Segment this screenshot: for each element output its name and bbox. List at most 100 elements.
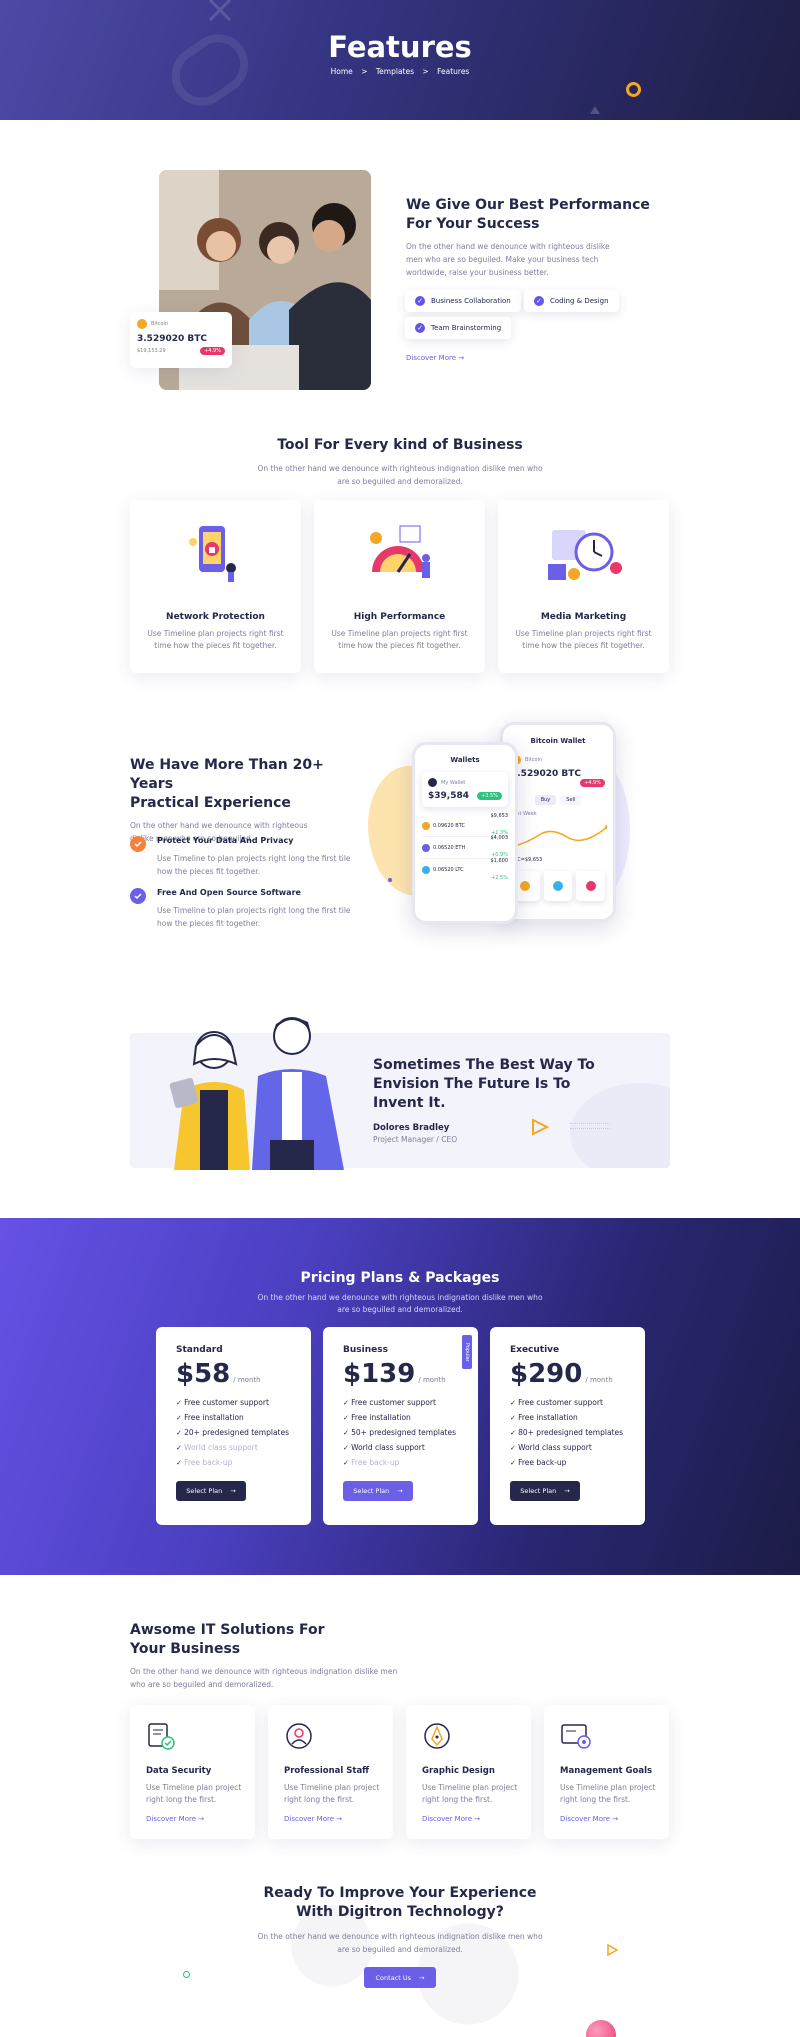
coin-icon [422, 843, 430, 852]
team-illustration [169, 1017, 344, 1170]
plan-features: Free customer support Free installation … [510, 1395, 623, 1470]
page-hero: Features Home > Templates > Features [0, 0, 800, 120]
solution-desc-line1: Use Timeline plan project [560, 1783, 656, 1792]
buy-tab[interactable]: Buy [534, 795, 557, 805]
plan-feature: Free back-up [176, 1455, 289, 1470]
professional-staff-icon [286, 1723, 312, 1749]
play-triangle-icon [532, 1118, 550, 1136]
pricing-title: Pricing Plans & Packages [300, 1270, 500, 1286]
cta-desc-line1: On the other hand we denounce with right… [257, 1932, 543, 1941]
solution-desc-line2: right long the first. [146, 1795, 217, 1804]
tool-title: Media Marketing [540, 612, 627, 622]
solution-desc-line1: Use Timeline plan project [422, 1783, 518, 1792]
cta-text: Ready To Improve Your Experience With Di… [0, 1884, 800, 1956]
wallet-balance: $39,584 [428, 791, 469, 801]
tool-card-performance: High Performance Use Timeline plan proje… [314, 500, 485, 673]
solution-card-graphic-design: Graphic Design Use Timeline plan project… [406, 1705, 531, 1839]
cta-desc-line2: are so beguiled and demoralized. [337, 1945, 463, 1954]
graphic-design-icon [424, 1723, 450, 1749]
tools-title: Tool For Every kind of Business [277, 437, 523, 453]
sell-tab[interactable]: Sell [560, 795, 582, 805]
tools-desc-line1: On the other hand we denounce with right… [257, 464, 543, 473]
plan-period: / month [233, 1376, 261, 1384]
solutions-desc-line1: On the other hand we denounce with right… [130, 1667, 398, 1676]
bitcoin-icon [137, 319, 147, 329]
tool-desc-line1: Use Timeline plan projects right first [515, 629, 652, 638]
btc-card-label: Bitcoin [151, 321, 169, 327]
experience-item-title: Free And Open Source Software [157, 888, 301, 897]
discover-more-link[interactable]: Discover More → [422, 1815, 480, 1823]
wallet-row[interactable]: 0.06520 LTC $1,600 +2.5% [422, 858, 508, 881]
plan-feature: Free back-up [343, 1455, 456, 1470]
plan-feature: Free installation [343, 1410, 456, 1425]
btc-card-value: 3.529020 BTC [137, 334, 207, 344]
data-security-icon [148, 1723, 175, 1750]
arrow-right-icon: → [419, 1973, 425, 1982]
select-plan-button[interactable]: Select Plan → [176, 1481, 246, 1501]
breadcrumb-home[interactable]: Home [331, 67, 353, 76]
plan-feature: Free customer support [176, 1395, 289, 1410]
plan-feature: 20+ predesigned templates [176, 1425, 289, 1440]
chip-business-collaboration: ✓ Business Collaboration [405, 290, 521, 312]
arrow-right-icon: → [230, 1487, 236, 1495]
coin-icon [585, 881, 596, 891]
solution-card-professional-staff: Professional Staff Use Timeline plan pro… [268, 1705, 393, 1839]
experience-title-line2: Practical Experience [130, 795, 291, 811]
pricing-desc-line2: are so beguiled and demoralized. [337, 1305, 463, 1314]
solutions-header: Awsome IT Solutions For Your Business On… [130, 1621, 430, 1691]
plan-feature: World class support [176, 1440, 289, 1455]
bitcoin-phone-title: Bitcoin Wallet [530, 737, 586, 745]
discover-more-link[interactable]: Discover More → [284, 1815, 342, 1823]
breadcrumb-templates[interactable]: Templates [376, 67, 414, 76]
wallet-phone-title: Wallets [450, 756, 480, 764]
discover-more-link[interactable]: Discover More → [560, 1815, 618, 1823]
wallet-card-label: My Wallet [441, 779, 466, 786]
discover-more-link[interactable]: Discover More → [406, 354, 464, 362]
solution-desc-line2: right long the first. [284, 1795, 355, 1804]
plan-feature: 50+ predesigned templates [343, 1425, 456, 1440]
plan-period: / month [418, 1376, 446, 1384]
high-performance-icon [370, 525, 430, 578]
solutions-desc-line2: who are so beguiled and demoralized. [130, 1680, 274, 1689]
shield-icon [130, 836, 146, 852]
solution-title: Graphic Design [422, 1766, 495, 1776]
decor-dots [570, 1123, 610, 1129]
plan-feature: World class support [510, 1440, 623, 1455]
quote-text: Sometimes The Best Way To Envision The F… [373, 1056, 633, 1146]
experience-item-desc-line2: how the pieces fit together. [157, 919, 261, 928]
select-plan-button[interactable]: Select Plan → [510, 1481, 580, 1501]
experience-text: We Have More Than 20+ Years Practical Ex… [130, 756, 370, 845]
wallet-row[interactable]: 0.06520 ETH $4,003 +0.9% [422, 835, 508, 859]
decor-ring-icon [626, 82, 641, 97]
quote-line1: Sometimes The Best Way To [373, 1057, 595, 1073]
btc-card-badge: +4.9% [200, 347, 225, 355]
experience-item-desc-line2: how the pieces fit together. [157, 867, 261, 876]
wallet-badge: +3.5% [477, 792, 502, 800]
tool-desc-line2: time how the pieces fit together. [522, 641, 645, 650]
discover-more-link[interactable]: Discover More → [146, 1815, 204, 1823]
select-plan-button[interactable]: Select Plan → [343, 1481, 413, 1501]
tools-header: Tool For Every kind of Business On the o… [0, 436, 800, 488]
arrow-right-icon: → [612, 1815, 619, 1823]
plan-name: Standard [176, 1345, 223, 1355]
bitcoin-phone-badge: +4.9% [580, 779, 605, 787]
performance-text: We Give Our Best Performance For Your Su… [406, 196, 666, 279]
tool-desc-line1: Use Timeline plan projects right first [147, 629, 284, 638]
check-icon: ✓ [415, 323, 425, 333]
breadcrumb-separator: > [422, 67, 429, 76]
cta-title-line1: Ready To Improve Your Experience [263, 1885, 537, 1901]
quote-role: Project Manager / CEO [373, 1135, 458, 1144]
solution-title: Data Security [146, 1766, 212, 1776]
performance-desc-line3: worldwide, raise your business better. [406, 268, 549, 277]
tool-title: Network Protection [166, 612, 265, 622]
wallet-row[interactable]: 0.09620 BTC $9,653 +1.3% [422, 813, 508, 837]
decor-ring-icon [183, 1971, 190, 1978]
contact-us-button[interactable]: Contact Us → [364, 1967, 436, 1988]
experience-item-title: Protect Your Data And Privacy [157, 836, 294, 845]
plan-card-business: Popular Business $139 / month Free custo… [323, 1327, 478, 1525]
arrow-right-icon: → [564, 1487, 570, 1495]
plan-features: Free customer support Free installation … [176, 1395, 289, 1470]
decor-triangle-icon [590, 106, 600, 114]
plan-features: Free customer support Free installation … [343, 1395, 456, 1470]
arrow-right-icon: → [336, 1815, 343, 1823]
